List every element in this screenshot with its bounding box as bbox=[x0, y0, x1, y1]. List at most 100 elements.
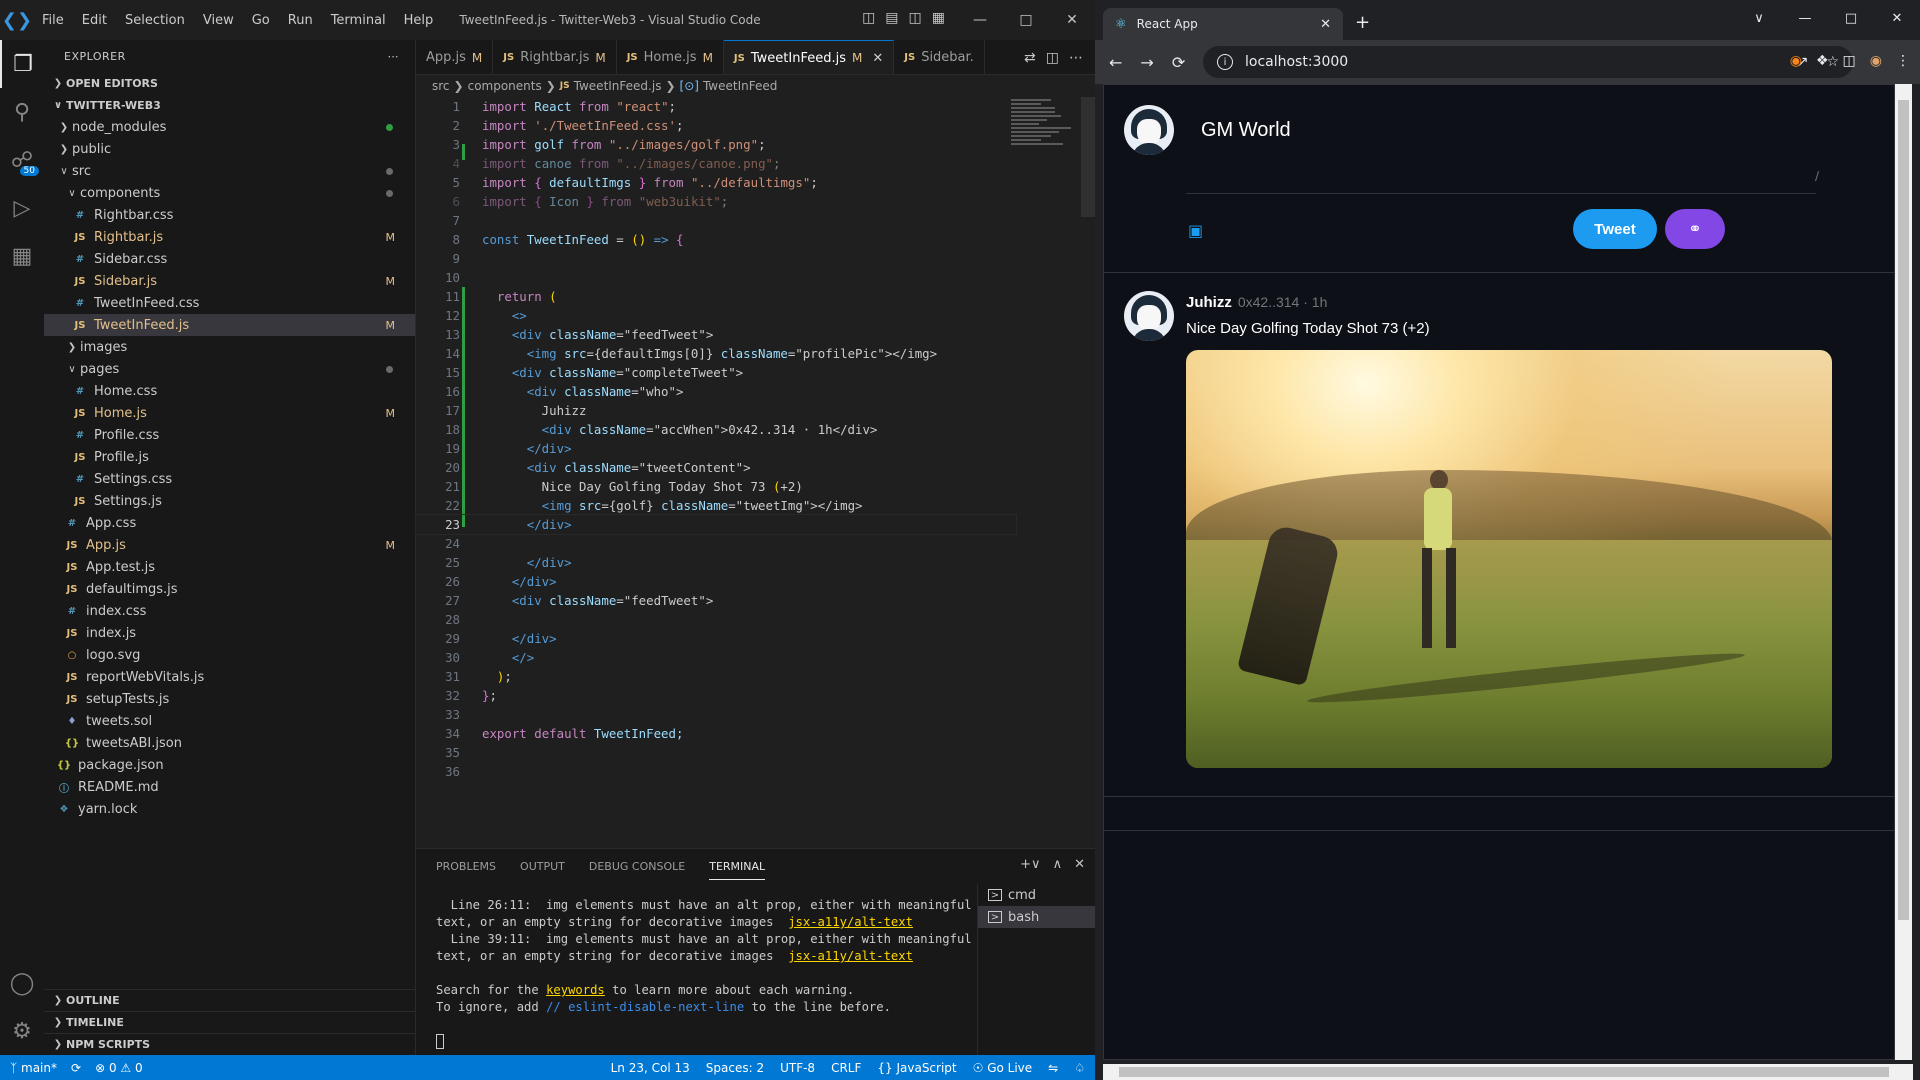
tree-file[interactable]: # TweetInFeed.css bbox=[44, 292, 415, 314]
tree-file[interactable]: JS index.js bbox=[44, 622, 415, 644]
search-icon[interactable]: ⚲ bbox=[0, 88, 44, 136]
breadcrumb-item[interactable]: TweetInFeed bbox=[703, 79, 777, 93]
editor-scrollbar[interactable] bbox=[1081, 97, 1095, 217]
address-bar[interactable]: i localhost:3000 ↗ ☆ bbox=[1203, 46, 1853, 78]
account-icon[interactable]: ◯ bbox=[0, 959, 44, 1007]
tree-file[interactable]: ⓘ README.md bbox=[44, 776, 415, 798]
matic-tweet-button[interactable]: ⚭ bbox=[1665, 209, 1725, 249]
breadcrumb-item[interactable]: TweetInFeed.js bbox=[574, 79, 662, 93]
image-upload-icon[interactable]: ▣ bbox=[1188, 221, 1203, 240]
close-icon[interactable]: ✕ bbox=[1049, 0, 1095, 40]
tab-debug-console[interactable]: DEBUG CONSOLE bbox=[589, 860, 685, 873]
page-scrollbar[interactable] bbox=[1895, 84, 1912, 1060]
menu-run[interactable]: Run bbox=[280, 13, 321, 28]
encoding[interactable]: UTF-8 bbox=[780, 1061, 815, 1075]
tab-home-js[interactable]: JS Home.js M bbox=[617, 40, 724, 74]
profile-avatar-icon[interactable]: ◉ bbox=[1870, 53, 1882, 69]
tree-file[interactable]: JS App.test.js bbox=[44, 556, 415, 578]
npm-scripts-section[interactable]: ❯ NPM SCRIPTS bbox=[44, 1033, 415, 1055]
tree-file[interactable]: JS Rightbar.js M bbox=[44, 226, 415, 248]
explorer-icon[interactable]: ❐ bbox=[0, 40, 44, 88]
resize-grip-icon[interactable]: ∕ bbox=[1815, 169, 1819, 183]
tree-file[interactable]: ○ logo.svg bbox=[44, 644, 415, 666]
tree-file[interactable]: JS Home.js M bbox=[44, 402, 415, 424]
minimap[interactable] bbox=[1011, 97, 1081, 167]
menu-terminal[interactable]: Terminal bbox=[323, 13, 394, 28]
new-tab-icon[interactable]: + bbox=[1355, 12, 1370, 33]
compare-changes-icon[interactable]: ⇄ bbox=[1024, 50, 1036, 66]
forward-icon[interactable]: → bbox=[1140, 53, 1153, 72]
terminal-link[interactable]: jsx-a11y/alt-text bbox=[788, 949, 913, 963]
tab-tweetinfeed-js[interactable]: JS TweetInFeed.js M ✕ bbox=[723, 40, 895, 74]
minimize-icon[interactable]: — bbox=[957, 0, 1003, 40]
minimize-icon[interactable]: — bbox=[1782, 0, 1828, 36]
puzzle-icon[interactable]: ❖ bbox=[1816, 53, 1829, 69]
split-editor-icon[interactable]: ◫ bbox=[1046, 50, 1059, 66]
close-panel-icon[interactable]: ✕ bbox=[1074, 857, 1085, 872]
tree-file[interactable]: JS reportWebVitals.js bbox=[44, 666, 415, 688]
customize-layout-icon[interactable]: ▦ bbox=[932, 10, 945, 26]
live-share-icon[interactable]: ⇋ bbox=[1048, 1061, 1058, 1075]
toggle-panel-icon[interactable]: ▤ bbox=[885, 10, 898, 26]
tree-file[interactable]: # Settings.css bbox=[44, 468, 415, 490]
terminal-bash[interactable]: > bash bbox=[978, 906, 1095, 928]
maximize-icon[interactable]: □ bbox=[1003, 0, 1049, 40]
tree-file[interactable]: JS Sidebar.js M bbox=[44, 270, 415, 292]
menu-view[interactable]: View bbox=[195, 13, 242, 28]
close-icon[interactable]: ✕ bbox=[1874, 0, 1920, 36]
tree-folder[interactable]: ❯ images bbox=[44, 336, 415, 358]
tree-folder[interactable]: ∨ pages bbox=[44, 358, 415, 380]
breadcrumb-item[interactable]: components bbox=[468, 79, 542, 93]
toggle-secondary-sidebar-icon[interactable]: ◫ bbox=[909, 10, 922, 26]
toggle-sidebar-icon[interactable]: ◫ bbox=[862, 10, 875, 26]
side-panel-icon[interactable]: ◫ bbox=[1843, 53, 1856, 69]
menu-help[interactable]: Help bbox=[396, 13, 442, 28]
menu-edit[interactable]: Edit bbox=[74, 13, 115, 28]
tree-file[interactable]: ❖ yarn.lock bbox=[44, 798, 415, 820]
more-actions-icon[interactable]: ⋯ bbox=[388, 50, 400, 63]
bell-icon[interactable]: ♤ bbox=[1074, 1061, 1085, 1075]
site-info-icon[interactable]: i bbox=[1217, 54, 1233, 70]
tree-file[interactable]: # Sidebar.css bbox=[44, 248, 415, 270]
browser-tab[interactable]: ⚛ React App ✕ bbox=[1103, 8, 1343, 40]
compose-textarea[interactable]: GM World bbox=[1201, 119, 1291, 142]
menu-file[interactable]: File bbox=[34, 13, 72, 28]
terminal-cmd[interactable]: > cmd bbox=[978, 884, 1095, 906]
terminal-link[interactable]: keywords bbox=[546, 983, 605, 997]
gear-icon[interactable]: ⚙ bbox=[0, 1007, 44, 1055]
timeline-section[interactable]: ❯ TIMELINE bbox=[44, 1011, 415, 1033]
reload-icon[interactable]: ⟳ bbox=[1172, 53, 1185, 72]
tab-sidebar-js[interactable]: JS Sidebar. bbox=[894, 40, 985, 74]
tweet-button[interactable]: Tweet bbox=[1573, 209, 1657, 249]
new-terminal-icon[interactable]: +∨ bbox=[1020, 857, 1040, 872]
tab-close-icon[interactable]: ✕ bbox=[872, 51, 883, 66]
tree-folder[interactable]: ❯ public bbox=[44, 138, 415, 160]
cursor-position[interactable]: Ln 23, Col 13 bbox=[611, 1061, 690, 1075]
tree-file[interactable]: JS App.js M bbox=[44, 534, 415, 556]
tree-file[interactable]: JS setupTests.js bbox=[44, 688, 415, 710]
close-tab-icon[interactable]: ✕ bbox=[1320, 17, 1331, 32]
tab-search-icon[interactable]: ∨ bbox=[1736, 0, 1782, 36]
menu-go[interactable]: Go bbox=[244, 13, 278, 28]
tree-file[interactable]: JS defaultimgs.js bbox=[44, 578, 415, 600]
tab-app-js[interactable]: App.js M bbox=[416, 40, 494, 74]
terminal-link[interactable]: jsx-a11y/alt-text bbox=[788, 915, 913, 929]
outline-section[interactable]: ❯ OUTLINE bbox=[44, 989, 415, 1011]
maximize-icon[interactable]: □ bbox=[1828, 0, 1874, 36]
problems-status[interactable]: ⊗ 0 ⚠ 0 bbox=[95, 1061, 143, 1075]
page-hscrollbar[interactable] bbox=[1103, 1064, 1913, 1080]
terminal-output[interactable]: Line 26:11: img elements must have an al… bbox=[436, 897, 976, 1050]
tree-file[interactable]: JS Settings.js bbox=[44, 490, 415, 512]
tab-terminal[interactable]: TERMINAL bbox=[709, 860, 766, 880]
back-icon[interactable]: ← bbox=[1109, 53, 1122, 72]
open-editors-section[interactable]: ❯ OPEN EDITORS bbox=[44, 72, 415, 94]
tree-file[interactable]: # Home.css bbox=[44, 380, 415, 402]
sync-icon[interactable]: ⟳ bbox=[71, 1061, 81, 1075]
indentation[interactable]: Spaces: 2 bbox=[706, 1061, 764, 1075]
tree-file[interactable]: # App.css bbox=[44, 512, 415, 534]
tab-problems[interactable]: PROBLEMS bbox=[436, 860, 496, 873]
tab-rightbar-js[interactable]: JS Rightbar.js M bbox=[493, 40, 617, 74]
menu-selection[interactable]: Selection bbox=[117, 13, 193, 28]
language-mode[interactable]: {} JavaScript bbox=[877, 1061, 956, 1075]
line-ending[interactable]: CRLF bbox=[831, 1061, 861, 1075]
